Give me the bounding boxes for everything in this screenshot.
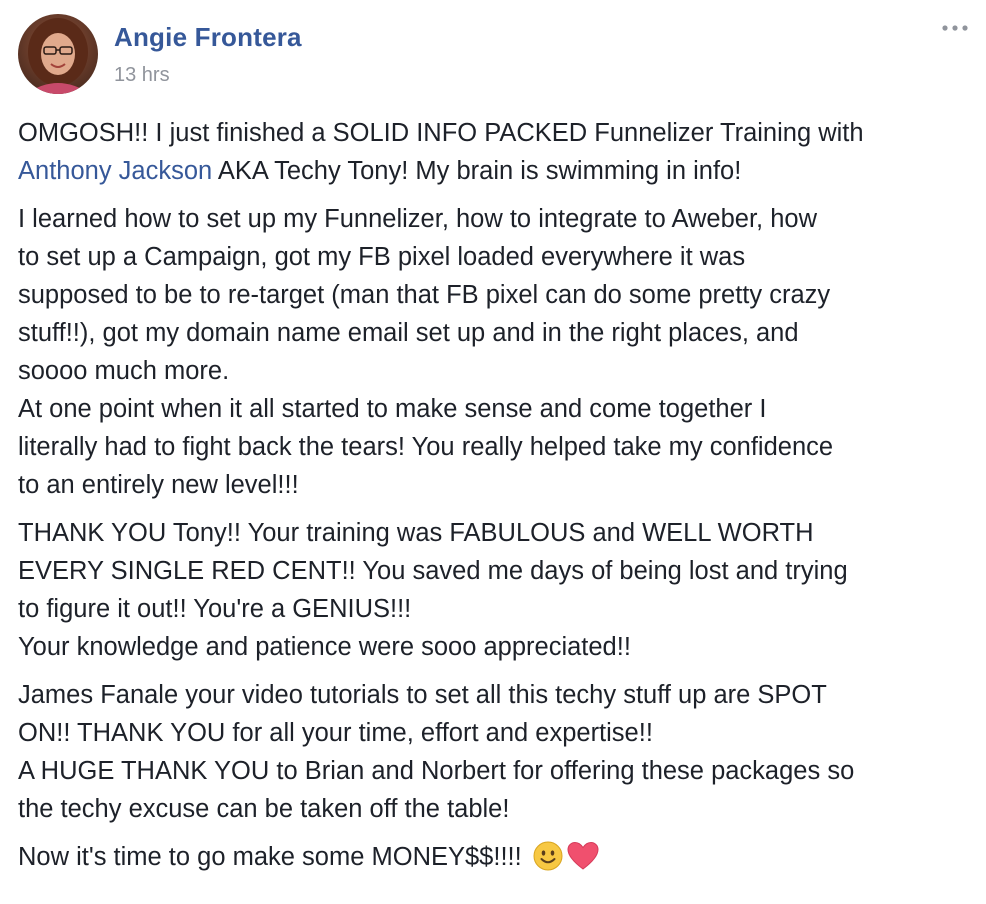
text-line: James Fanale your video tutorials to set… bbox=[18, 681, 827, 709]
text-line: soooo much more. bbox=[18, 357, 230, 385]
text-line: stuff!!), got my domain name email set u… bbox=[18, 319, 799, 347]
ellipsis-icon[interactable] bbox=[940, 18, 970, 38]
facebook-post: Angie Frontera 13 hrs OMGOSH!! I just fi… bbox=[0, 0, 986, 904]
post-body: OMGOSH!! I just finished a SOLID INFO PA… bbox=[18, 114, 970, 892]
author-avatar[interactable] bbox=[18, 14, 98, 94]
text-line: ON!! THANK YOU for all your time, effort… bbox=[18, 719, 653, 747]
text-line: I learned how to set up my Funnelizer, h… bbox=[18, 205, 818, 233]
text-line: At one point when it all started to make… bbox=[18, 395, 767, 423]
text-line: Your knowledge and patience were sooo ap… bbox=[18, 633, 631, 661]
text-line: THANK YOU Tony!! Your training was FABUL… bbox=[18, 519, 814, 547]
paragraph-4: James Fanale your video tutorials to set… bbox=[18, 676, 970, 828]
heart-emoji-icon bbox=[567, 841, 599, 882]
text-line: OMGOSH!! I just finished a SOLID INFO PA… bbox=[18, 119, 864, 147]
text-line: to an entirely new level!!! bbox=[18, 471, 299, 499]
author-name[interactable]: Angie Frontera bbox=[114, 22, 302, 53]
text-line: Now it's time to go make some MONEY$$!!!… bbox=[18, 838, 970, 882]
text-line: the techy excuse can be taken off the ta… bbox=[18, 795, 510, 823]
text-line: supposed to be to re-target (man that FB… bbox=[18, 281, 831, 309]
paragraph-2: I learned how to set up my Funnelizer, h… bbox=[18, 200, 970, 504]
smiley-emoji-icon bbox=[533, 841, 563, 882]
text-line: Anthony Jackson AKA Techy Tony! My brain… bbox=[18, 152, 970, 190]
text-segment: AKA Techy Tony! My brain is swimming in … bbox=[212, 157, 742, 185]
paragraph-1: OMGOSH!! I just finished a SOLID INFO PA… bbox=[18, 114, 970, 190]
paragraph-3: THANK YOU Tony!! Your training was FABUL… bbox=[18, 514, 970, 666]
text-line: EVERY SINGLE RED CENT!! You saved me day… bbox=[18, 557, 848, 585]
post-timestamp[interactable]: 13 hrs bbox=[114, 64, 170, 87]
mention-link[interactable]: Anthony Jackson bbox=[18, 157, 212, 185]
text-line: to set up a Campaign, got my FB pixel lo… bbox=[18, 243, 746, 271]
text-segment: Now it's time to go make some MONEY$$!!!… bbox=[18, 843, 529, 871]
text-line: literally had to fight back the tears! Y… bbox=[18, 433, 834, 461]
text-line: A HUGE THANK YOU to Brian and Norbert fo… bbox=[18, 757, 855, 785]
text-line: to figure it out!! You're a GENIUS!!! bbox=[18, 595, 412, 623]
post-header: Angie Frontera 13 hrs bbox=[16, 14, 970, 96]
paragraph-5: Now it's time to go make some MONEY$$!!!… bbox=[18, 838, 970, 882]
